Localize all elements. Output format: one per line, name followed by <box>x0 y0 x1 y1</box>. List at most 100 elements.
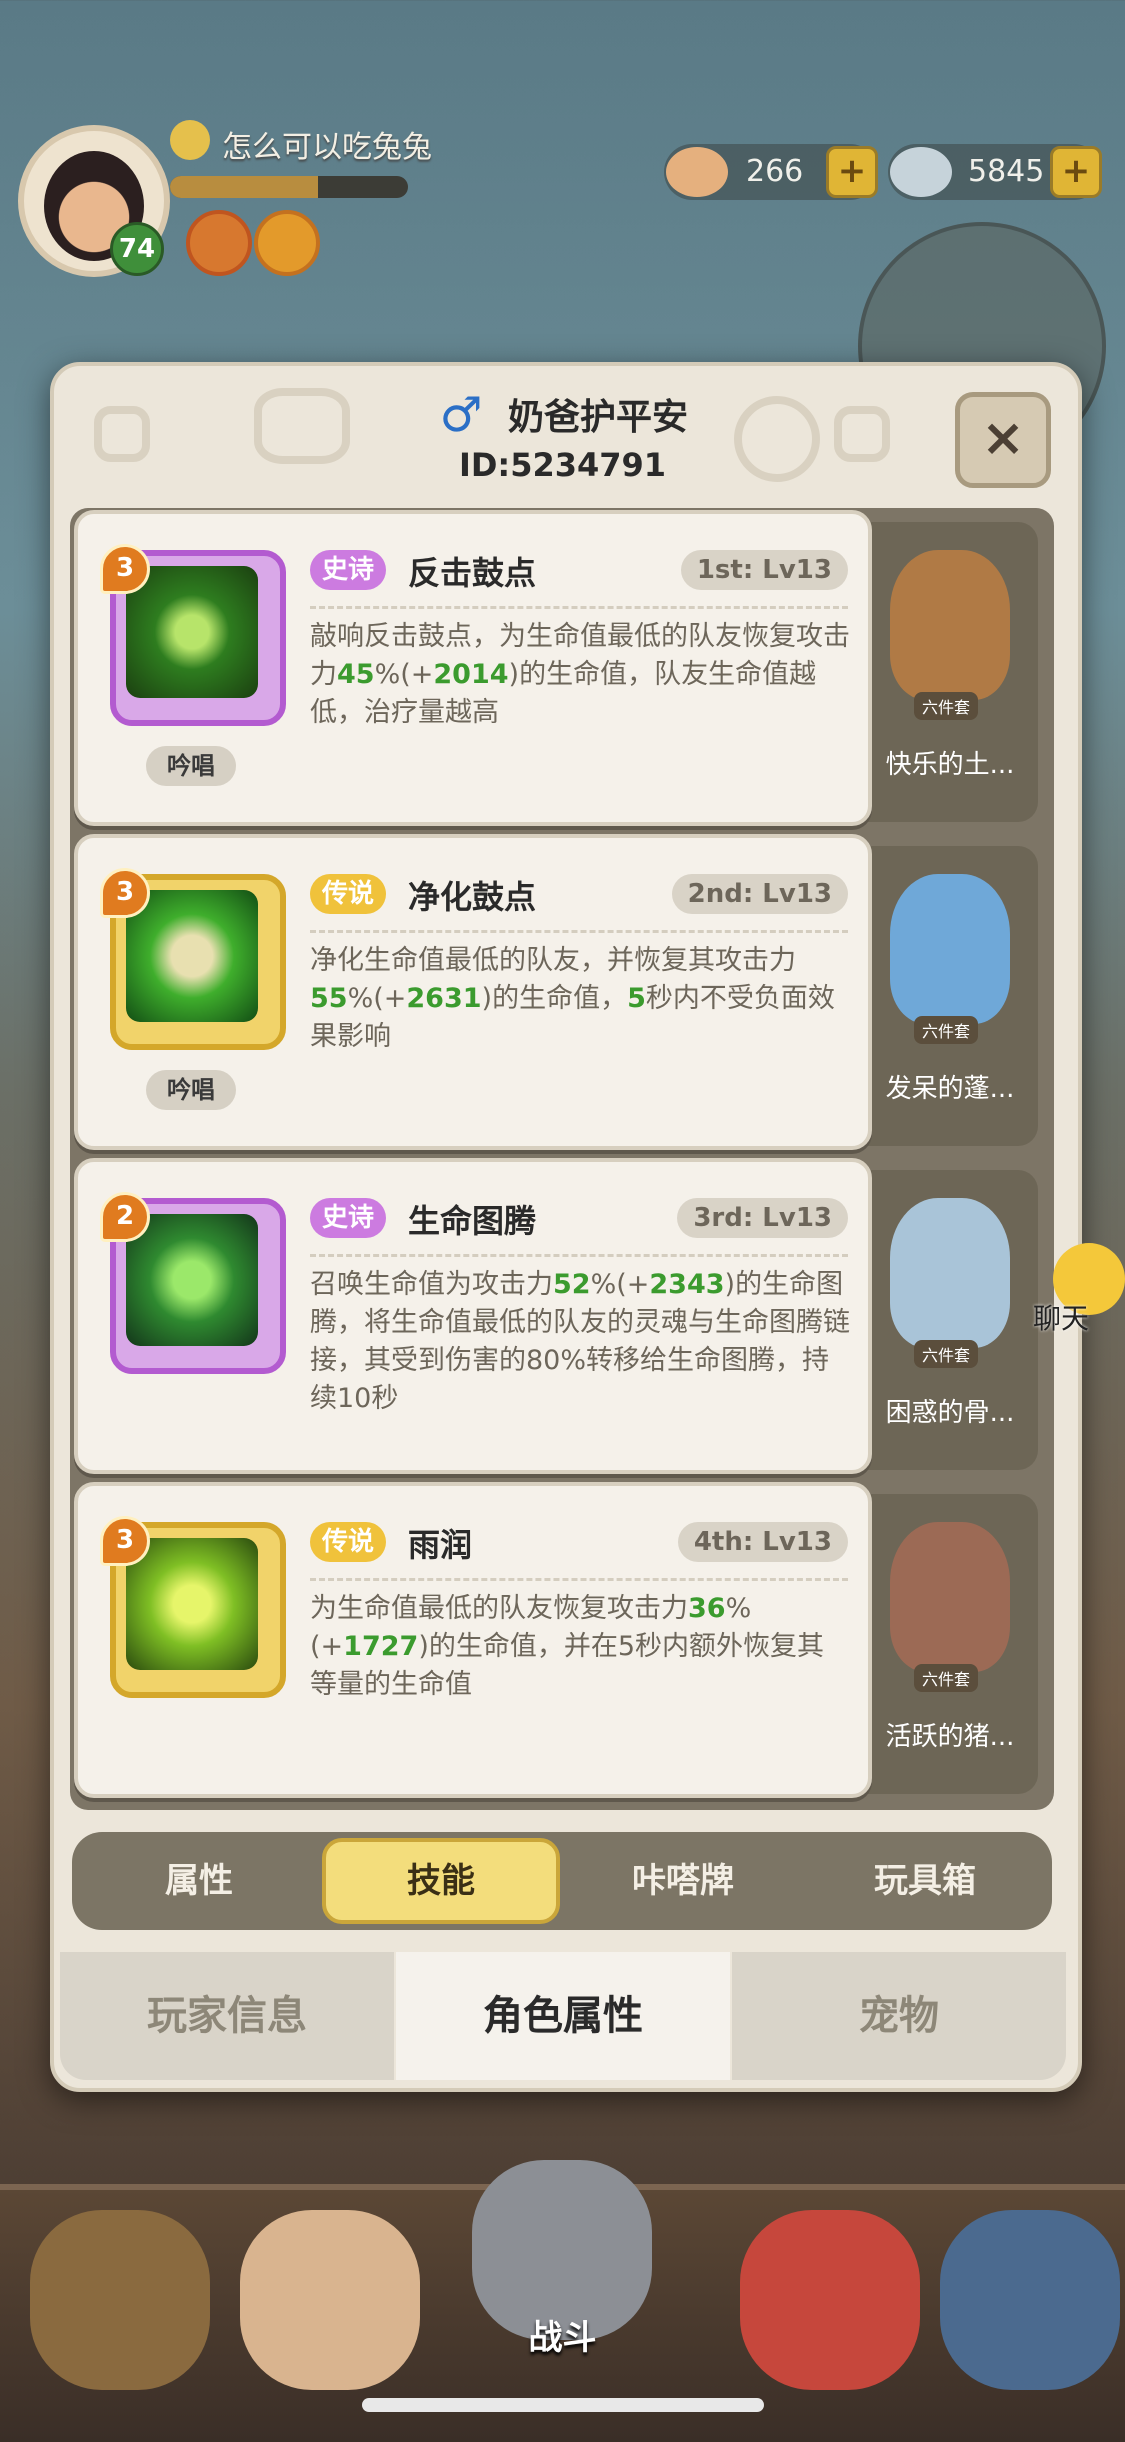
divider <box>310 930 848 933</box>
skill-card[interactable]: 3 吟唱 史诗 反击鼓点 1st: Lv13 敲响反击鼓点，为生命值最低的队友恢… <box>74 510 872 826</box>
skill-name: 净化鼓点 <box>408 878 537 916</box>
male-gender-icon: ♂ <box>439 387 483 443</box>
divider <box>310 1578 848 1581</box>
nav-character-icon[interactable] <box>240 2210 420 2390</box>
skill-card[interactable]: 3 吟唱 传说 净化鼓点 2nd: Lv13 净化生命值最低的队友，并恢复其攻击… <box>74 834 872 1150</box>
close-button[interactable]: × <box>955 392 1051 488</box>
pet-name: 发呆的蓬... <box>885 1074 1015 1104</box>
player-name: 怎么可以吃兔兔 <box>222 130 432 165</box>
desc-text: 净化生命值最低的队友，并恢复其攻击力 <box>310 945 796 976</box>
pet-card[interactable]: 六件套 发呆的蓬... <box>862 846 1038 1146</box>
mood-icon <box>170 120 210 160</box>
desc-text: 为生命值最低的队友恢复攻击力 <box>310 1593 688 1624</box>
set-tag: 六件套 <box>914 1664 979 1692</box>
rarity-badge: 传说 <box>310 1522 387 1562</box>
desc-value: 52 <box>553 1269 591 1300</box>
subtab-attributes[interactable]: 属性 <box>80 1838 318 1924</box>
skill-rank: 2nd: Lv13 <box>671 874 848 914</box>
divider <box>310 606 848 609</box>
skill-description: 敲响反击鼓点，为生命值最低的队友恢复攻击力45%(+2014)的生命值，队友生命… <box>310 618 850 732</box>
tab-pets[interactable]: 宠物 <box>732 1952 1066 2080</box>
chat-label[interactable]: 聊天 <box>1033 1297 1089 1337</box>
tab-player-info[interactable]: 玩家信息 <box>60 1952 394 2080</box>
rarity-badge: 史诗 <box>310 1198 387 1238</box>
pet-name: 活跃的猪... <box>885 1722 1015 1752</box>
desc-text: )的生命值， <box>481 983 628 1014</box>
chant-tag: 吟唱 <box>146 1070 236 1110</box>
subtab-toybox[interactable]: 玩具箱 <box>806 1838 1044 1924</box>
pearl-icon <box>890 147 952 197</box>
desc-value: 2631 <box>406 983 482 1014</box>
skill-name: 雨润 <box>408 1526 473 1564</box>
pearl-counter: 5845 + <box>888 144 1102 200</box>
skill-level-gem: 3 <box>100 544 150 594</box>
desc-text: 召唤生命值为攻击力 <box>310 1269 553 1300</box>
skill-description: 为生命值最低的队友恢复攻击力36%(+1727)的生命值，并在5秒内额外恢复其等… <box>310 1590 850 1704</box>
add-shell-coin-button[interactable]: + <box>826 146 878 198</box>
nav-hero-icon[interactable] <box>30 2210 210 2390</box>
set-tag: 六件套 <box>914 1016 979 1044</box>
shell-coin-icon <box>666 147 728 197</box>
pet-card[interactable]: 六件套 活跃的猪... <box>862 1494 1038 1794</box>
buff-icon[interactable] <box>186 210 252 276</box>
pet-name: 快乐的土... <box>885 750 1015 780</box>
shell-coin-counter: 266 + <box>664 144 878 200</box>
rain-heal-icon <box>126 1538 258 1670</box>
desc-value: 55 <box>310 983 348 1014</box>
skill-level-gem: 2 <box>100 1192 150 1242</box>
profile-name: 奶爸护平安 <box>508 397 689 438</box>
home-indicator[interactable] <box>362 2398 764 2412</box>
pet-figure-icon <box>890 874 1010 1024</box>
set-tag: 六件套 <box>914 1340 979 1368</box>
skill-description: 净化生命值最低的队友，并恢复其攻击力55%(+2631)的生命值，5秒内不受负面… <box>310 942 850 1056</box>
desc-value: 1727 <box>343 1631 419 1662</box>
counter-drum-icon <box>126 566 258 698</box>
pearl-value: 5845 <box>968 154 1045 189</box>
subtab-skills[interactable]: 技能 <box>322 1838 560 1924</box>
purify-drum-icon <box>126 890 258 1022</box>
skill-description: 召唤生命值为攻击力52%(+2343)的生命图腾，将生命值最低的队友的灵魂与生命… <box>310 1266 850 1418</box>
skill-card[interactable]: 2 史诗 生命图腾 3rd: Lv13 召唤生命值为攻击力52%(+2343)的… <box>74 1158 872 1474</box>
skill-level-gem: 3 <box>100 868 150 918</box>
desc-value: 2343 <box>649 1269 725 1300</box>
nav-guild-icon[interactable] <box>940 2210 1120 2390</box>
skill-level-gem: 3 <box>100 1516 150 1566</box>
skill-rank: 4th: Lv13 <box>677 1522 848 1562</box>
skill-name: 生命图腾 <box>408 1202 537 1240</box>
profile-main-tabs: 玩家信息 角色属性 宠物 <box>60 1952 1066 2080</box>
life-totem-icon <box>126 1214 258 1346</box>
player-level-badge: 74 <box>110 222 164 276</box>
skill-name: 反击鼓点 <box>408 554 537 592</box>
battle-label[interactable]: 战斗 <box>0 2310 1125 2359</box>
tab-character-attributes[interactable]: 角色属性 <box>396 1952 730 2080</box>
desc-text: %(+ <box>347 983 407 1014</box>
desc-value: 45 <box>337 659 375 690</box>
subtab-cards[interactable]: 咔嗒牌 <box>564 1838 802 1924</box>
exp-bar-fill <box>170 176 318 198</box>
rarity-badge: 传说 <box>310 874 387 914</box>
shell-coin-value: 266 <box>746 154 804 189</box>
add-pearl-button[interactable]: + <box>1050 146 1102 198</box>
skill-subtabs: 属性 技能 咔嗒牌 玩具箱 <box>72 1832 1052 1930</box>
desc-value: 5 <box>627 983 646 1014</box>
buff-icon[interactable] <box>254 210 320 276</box>
pet-card[interactable]: 六件套 困惑的骨... <box>862 1170 1038 1470</box>
rarity-badge: 史诗 <box>310 550 387 590</box>
pet-card[interactable]: 六件套 快乐的土... <box>862 522 1038 822</box>
desc-text: %(+ <box>590 1269 650 1300</box>
skill-card[interactable]: 3 传说 雨润 4th: Lv13 为生命值最低的队友恢复攻击力36%(+172… <box>74 1482 872 1798</box>
skill-rank: 3rd: Lv13 <box>677 1198 848 1238</box>
chant-tag: 吟唱 <box>146 746 236 786</box>
exp-bar <box>170 176 408 198</box>
pet-figure-icon <box>890 550 1010 700</box>
desc-text: %(+ <box>374 659 434 690</box>
set-tag: 六件套 <box>914 692 979 720</box>
pet-name: 困惑的骨... <box>885 1398 1015 1428</box>
pet-figure-icon <box>890 1198 1010 1348</box>
desc-value: 36 <box>688 1593 726 1624</box>
pet-figure-icon <box>890 1522 1010 1672</box>
desc-value: 2014 <box>433 659 509 690</box>
skill-rank: 1st: Lv13 <box>680 550 848 590</box>
divider <box>310 1254 848 1257</box>
nav-pet-icon[interactable] <box>740 2210 920 2390</box>
